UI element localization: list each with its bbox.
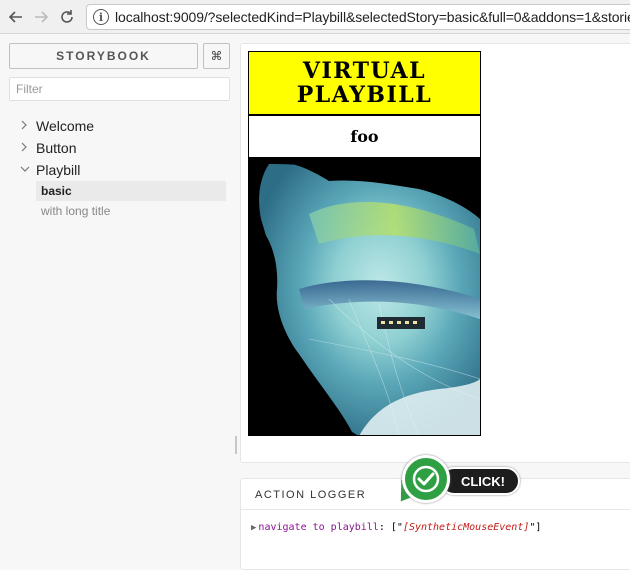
tree-story-with-long-title[interactable]: with long title <box>36 201 226 221</box>
chevron-down-icon <box>20 165 30 176</box>
playbill-header: VIRTUAL PLAYBILL <box>249 52 480 115</box>
click-annotation: CLICK! <box>391 455 522 513</box>
storybook-sidebar: STORYBOOK ⌘ Welcome Button Playbill basi… <box>0 35 238 570</box>
storybook-title-button[interactable]: STORYBOOK <box>9 43 198 69</box>
story-preview: VIRTUAL PLAYBILL foo <box>240 43 630 463</box>
story-tree: Welcome Button Playbill basic with long … <box>0 115 238 221</box>
info-icon[interactable]: i <box>93 9 109 25</box>
tree-story-basic[interactable]: basic <box>36 181 226 201</box>
browser-toolbar: i localhost:9009/?selectedKind=Playbill&… <box>0 0 630 34</box>
shortcuts-button[interactable]: ⌘ <box>203 43 230 69</box>
forward-icon[interactable] <box>30 6 52 28</box>
tree-kind-playbill[interactable]: Playbill <box>0 159 238 181</box>
resize-handle[interactable] <box>235 436 237 454</box>
tree-kind-label: Button <box>36 140 77 156</box>
log-entry-close: "] <box>529 522 542 533</box>
back-icon[interactable] <box>5 6 27 28</box>
log-entry-name: navigate to playbill <box>258 522 379 533</box>
tree-kind-button[interactable]: Button <box>0 137 238 159</box>
playbill-title: foo <box>249 116 480 158</box>
playbill-header-line1: VIRTUAL <box>302 58 427 84</box>
log-entry-value: [SyntheticMouseEvent] <box>402 522 530 533</box>
playbill-card[interactable]: VIRTUAL PLAYBILL foo <box>248 51 481 436</box>
action-logger-tab[interactable]: ACTION LOGGER <box>255 489 366 501</box>
chevron-right-icon <box>20 142 30 155</box>
address-bar[interactable]: i localhost:9009/?selectedKind=Playbill&… <box>86 4 630 30</box>
playbill-header-line2: PLAYBILL <box>296 82 433 108</box>
url-text: localhost:9009/?selectedKind=Playbill&se… <box>115 9 630 25</box>
chevron-right-icon <box>20 120 30 133</box>
log-entry-open: : [" <box>378 522 403 533</box>
playbill-poster-image <box>249 159 480 435</box>
reload-icon[interactable] <box>56 6 78 28</box>
tree-kind-label: Playbill <box>36 162 81 178</box>
filter-input[interactable] <box>9 77 230 101</box>
click-label: CLICK! <box>440 467 520 495</box>
tree-kind-label: Welcome <box>36 118 95 134</box>
log-entry[interactable]: ▶ navigate to playbill: ["[SyntheticMouse… <box>251 522 541 533</box>
checkmark-icon <box>402 455 450 503</box>
tree-kind-welcome[interactable]: Welcome <box>0 115 238 137</box>
expand-triangle-icon[interactable]: ▶ <box>251 523 256 533</box>
